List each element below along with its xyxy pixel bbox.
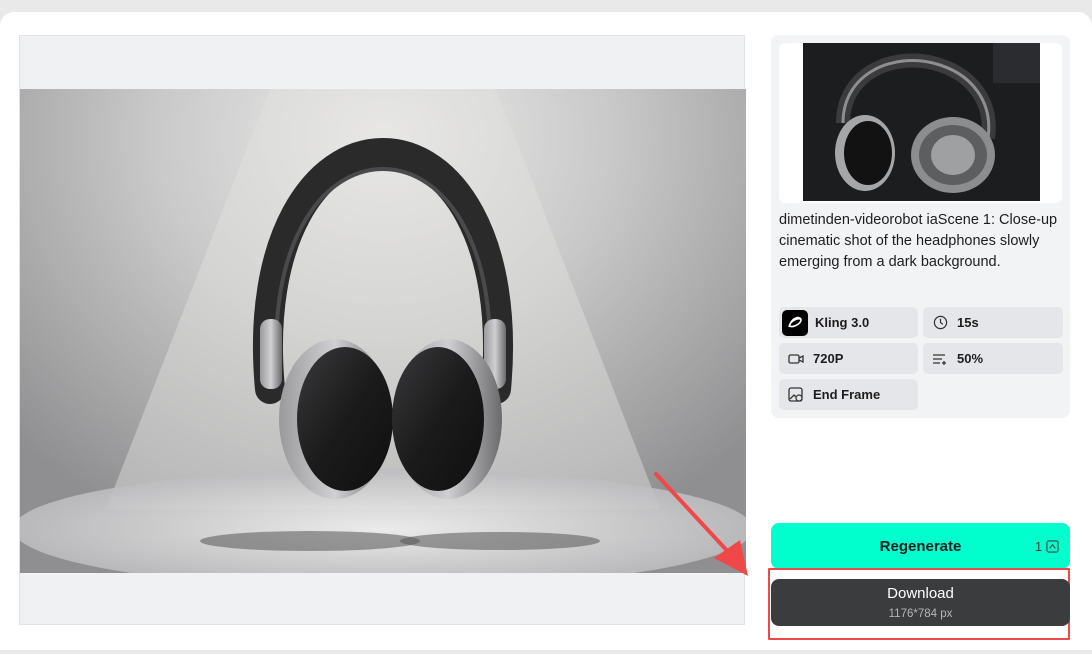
- model-chip: Kling 3.0: [779, 307, 918, 338]
- preview-area: [19, 35, 746, 625]
- end-frame-icon: [787, 386, 805, 404]
- headphones-thumbnail: [803, 43, 1040, 201]
- clock-icon: [931, 314, 949, 332]
- credit-icon: [1046, 539, 1059, 553]
- prompt-text: dimetinden-videorobot iaScene 1: Close-u…: [779, 212, 1058, 270]
- headphones-image: [20, 89, 746, 573]
- resolution-chip: 720P: [779, 343, 918, 374]
- regenerate-cost-value: 1: [1034, 538, 1043, 554]
- download-label: Download: [887, 585, 954, 602]
- motion-chip: 50%: [923, 343, 1063, 374]
- model-label: Kling 3.0: [815, 315, 870, 330]
- download-size: 1176*784 px: [888, 608, 953, 620]
- annotation-arrow-icon: [654, 472, 748, 576]
- duration-label: 15s: [957, 315, 979, 330]
- end-frame-label: End Frame: [813, 387, 881, 402]
- motion-label: 50%: [957, 351, 984, 366]
- camera-icon: [787, 350, 805, 368]
- regenerate-button[interactable]: Regenerate 1: [771, 523, 1070, 569]
- list-icon: [931, 350, 949, 368]
- generation-info-card: dimetinden-videorobot iaScene 1: Close-u…: [771, 35, 1070, 418]
- thumbnail-frame[interactable]: [779, 43, 1062, 203]
- resolution-label: 720P: [813, 351, 844, 366]
- end-frame-chip: End Frame: [779, 379, 918, 410]
- preview-image[interactable]: [20, 89, 746, 573]
- duration-chip: 15s: [923, 307, 1063, 338]
- regenerate-label: Regenerate: [879, 537, 962, 555]
- download-button[interactable]: Download 1176*784 px: [771, 579, 1070, 626]
- thumbnail-image: [803, 43, 1040, 201]
- regenerate-cost: 1: [1023, 532, 1070, 560]
- kling-logo-icon: [782, 309, 808, 336]
